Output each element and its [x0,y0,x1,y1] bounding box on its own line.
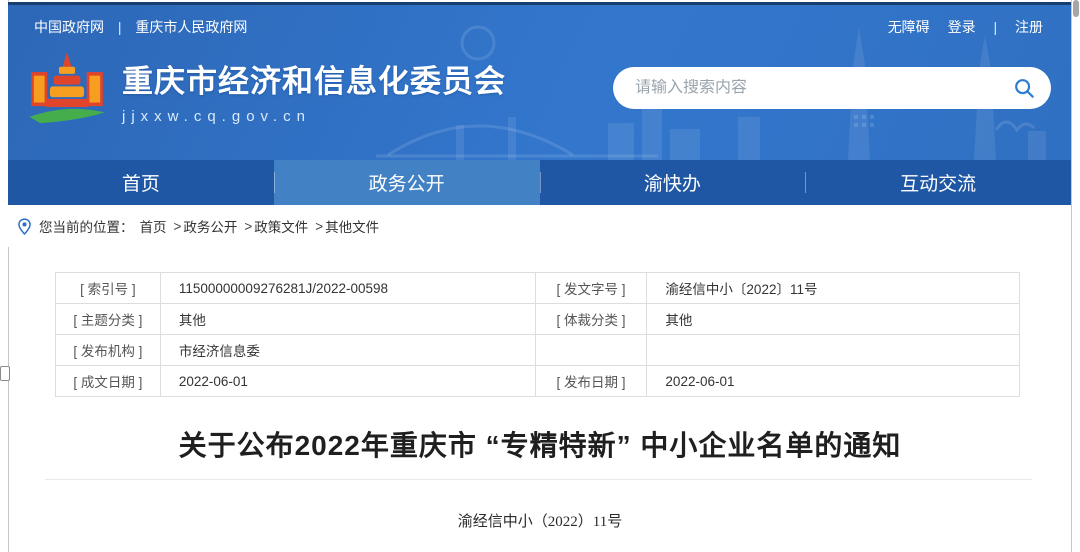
meta-value-written-date: 2022-06-01 [160,366,535,397]
link-china-gov[interactable]: 中国政府网 [34,19,104,35]
top-utility-bar: 中国政府网 | 重庆市人民政府网 无障碍 登录 | 注册 [34,17,1043,37]
breadcrumb-gov-affairs[interactable]: 政务公开 [183,216,237,236]
link-chongqing-gov[interactable]: 重庆市人民政府网 [135,19,247,35]
account-links: 无障碍 登录 | 注册 [874,17,1043,37]
meta-row: [ 发布机构 ] 市经济信息委 [56,335,1020,366]
breadcrumb-other-files[interactable]: 其他文件 [325,216,379,236]
site-brand: 重庆市经济和信息化委员会 jjxxw.cq.gov.cn [24,47,506,133]
meta-label-empty [535,335,647,366]
nav-item-yukuaiban[interactable]: 渝快办 [540,160,806,205]
breadcrumb-policy-files[interactable]: 政策文件 [254,216,308,236]
nav-item-interaction[interactable]: 互动交流 [805,160,1071,205]
meta-label-issuing-org: [ 发布机构 ] [56,335,161,366]
site-banner: 中国政府网 | 重庆市人民政府网 无障碍 登录 | 注册 [8,2,1071,160]
breadcrumb-prefix: 您当前的位置： [39,216,134,236]
site-url: jjxxw.cq.gov.cn [122,108,506,125]
document-meta-table: [ 索引号 ] 11500000009276281J/2022-00598 [ … [55,272,1020,397]
document-number: 渝经信中小（2022）11号 [0,510,1080,531]
scrollbar-thumb[interactable] [1073,0,1079,17]
breadcrumb-home[interactable]: 首页 [140,216,167,236]
meta-row: [ 主题分类 ] 其他 [ 体裁分类 ] 其他 [56,304,1020,335]
nav-item-home[interactable]: 首页 [8,160,274,205]
meta-label-genre-class: [ 体裁分类 ] [535,304,647,335]
meta-label-written-date: [ 成文日期 ] [56,366,161,397]
meta-value-issuing-org: 市经济信息委 [160,335,535,366]
main-nav: 首页 政务公开 渝快办 互动交流 [8,160,1071,205]
meta-label-topic-class: [ 主题分类 ] [56,304,161,335]
meta-value-genre-class: 其他 [647,304,1020,335]
site-logo-icon[interactable] [24,47,110,133]
document-title: 关于公布2022年重庆市 “专精特新” 中小企业名单的通知 [0,424,1080,464]
meta-row: [ 索引号 ] 11500000009276281J/2022-00598 [ … [56,273,1020,304]
link-accessibility[interactable]: 无障碍 [888,19,930,35]
meta-value-publish-date: 2022-06-01 [647,366,1020,397]
nav-item-gov-affairs[interactable]: 政务公开 [274,160,540,205]
topbar-separator: | [118,19,122,35]
meta-label-publish-date: [ 发布日期 ] [535,366,647,397]
link-login[interactable]: 登录 [948,19,976,35]
search-input[interactable] [635,79,1013,97]
search-icon[interactable] [1013,77,1035,99]
page-right-border [1071,0,1072,552]
left-edge-handle[interactable] [0,366,10,381]
breadcrumb-separator: > [315,219,323,234]
location-pin-icon [18,218,31,235]
meta-value-doc-symbol: 渝经信中小〔2022〕11号 [647,273,1020,304]
meta-value-empty [647,335,1020,366]
breadcrumb-separator: > [174,219,182,234]
title-divider [45,479,1032,480]
meta-row: [ 成文日期 ] 2022-06-01 [ 发布日期 ] 2022-06-01 [56,366,1020,397]
breadcrumb-separator: > [244,219,252,234]
link-register[interactable]: 注册 [1015,19,1043,35]
site-identity: 重庆市经济和信息化委员会 jjxxw.cq.gov.cn [122,56,506,125]
meta-value-topic-class: 其他 [160,304,535,335]
topbar-separator: | [993,19,997,35]
meta-label-index-no: [ 索引号 ] [56,273,161,304]
site-title: 重庆市经济和信息化委员会 [122,56,506,101]
meta-label-doc-symbol: [ 发文字号 ] [535,273,647,304]
search-box [613,67,1051,109]
gov-links: 中国政府网 | 重庆市人民政府网 [34,17,247,37]
breadcrumb: 您当前的位置： 首页 > 政务公开 > 政策文件 > 其他文件 [8,205,1071,247]
meta-value-index-no: 11500000009276281J/2022-00598 [160,273,535,304]
page: 中国政府网 | 重庆市人民政府网 无障碍 登录 | 注册 [0,0,1080,552]
